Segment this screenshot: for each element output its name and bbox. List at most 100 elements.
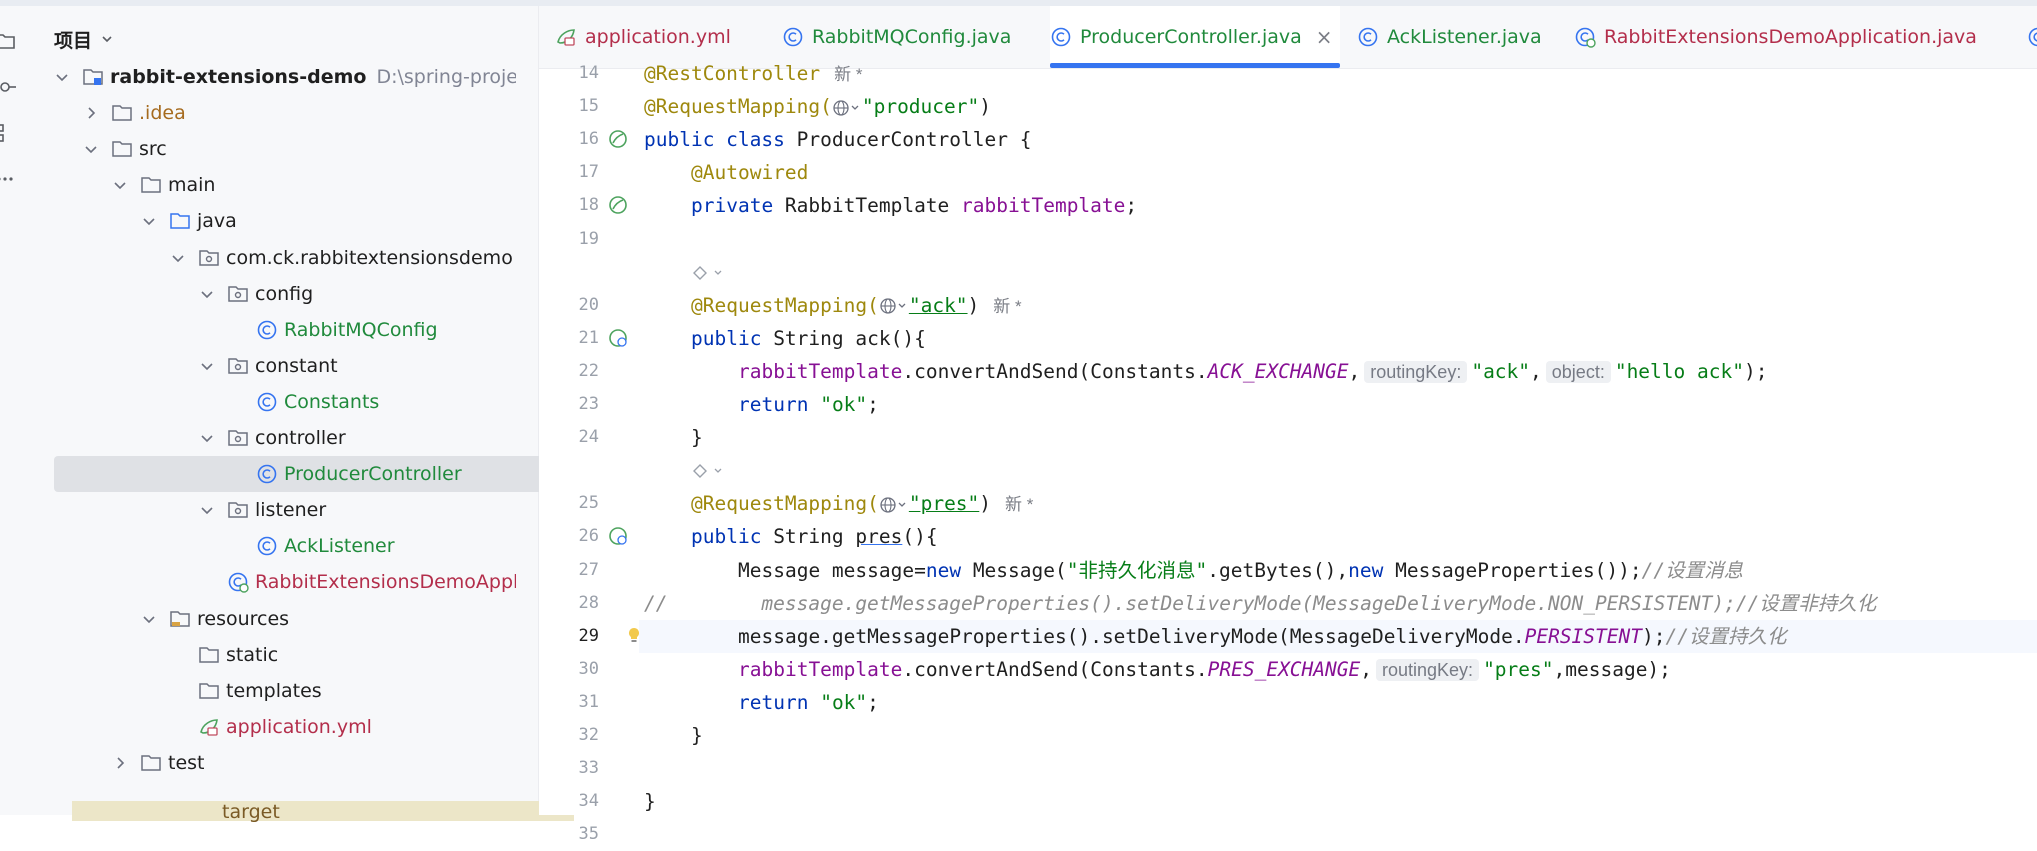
line-number: 15 bbox=[539, 90, 599, 123]
tree-item[interactable]: application.yml bbox=[36, 709, 516, 745]
project-view-selector[interactable]: 项目 bbox=[54, 24, 114, 54]
chevron-down-icon[interactable] bbox=[139, 609, 159, 629]
line-number: 14 bbox=[539, 57, 599, 90]
chevron-down-icon[interactable] bbox=[197, 500, 217, 520]
tree-item[interactable]: Constants bbox=[36, 384, 516, 420]
code-line: private RabbitTemplate rabbitTemplate; bbox=[691, 189, 1137, 222]
tree-item[interactable]: RabbitMQConfig bbox=[36, 312, 516, 348]
folder-icon bbox=[198, 644, 220, 666]
tree-item[interactable]: AckListener bbox=[36, 528, 516, 564]
spring-bean-icon[interactable] bbox=[607, 128, 629, 150]
code-vision-icon[interactable] bbox=[691, 461, 731, 481]
overflow-tab-icon bbox=[2027, 26, 2037, 48]
package-icon bbox=[227, 355, 249, 377]
code-vision-icon[interactable] bbox=[691, 263, 731, 283]
chevron-right-icon[interactable] bbox=[81, 103, 101, 123]
code-line: return "ok"; bbox=[738, 686, 879, 719]
tree-item[interactable]: test bbox=[36, 745, 516, 781]
parameter-hint: routingKey: bbox=[1364, 361, 1467, 383]
tree-item-label: config bbox=[255, 283, 313, 305]
parameter-hint: object: bbox=[1546, 361, 1611, 383]
package-icon bbox=[227, 499, 249, 521]
tree-item[interactable]: static bbox=[36, 637, 516, 673]
chevron-down-icon[interactable] bbox=[139, 211, 159, 231]
tree-item[interactable]: ProducerController bbox=[54, 456, 554, 492]
more-tools-button[interactable] bbox=[0, 158, 36, 194]
line-number: 24 bbox=[539, 421, 599, 454]
tree-item[interactable]: templates bbox=[36, 673, 516, 709]
editor-tab-label: AckListener.java bbox=[1387, 26, 1542, 48]
tree-item[interactable]: constant bbox=[36, 348, 516, 384]
line-number: 33 bbox=[539, 752, 599, 785]
folder-icon bbox=[111, 138, 133, 160]
editor-tab[interactable]: AckListener.java bbox=[1357, 6, 1557, 68]
folder-icon bbox=[198, 680, 220, 702]
line-number: 35 bbox=[539, 818, 599, 851]
class-icon bbox=[782, 26, 804, 48]
line-number: 31 bbox=[539, 686, 599, 719]
tree-item[interactable]: src bbox=[36, 131, 516, 167]
endpoint-icon[interactable] bbox=[607, 327, 629, 349]
new-change-marker: 新 * bbox=[993, 297, 1021, 316]
tree-item-label: src bbox=[139, 138, 167, 160]
tree-row-partial[interactable]: target bbox=[72, 801, 574, 821]
project-tool-button[interactable] bbox=[0, 20, 36, 56]
tree-item-label: static bbox=[226, 644, 278, 666]
chevron-down-icon[interactable] bbox=[197, 356, 217, 376]
editor-tab[interactable]: RabbitExtensionsDemoApplication.java bbox=[1574, 6, 2014, 68]
line-number: 16 bbox=[539, 123, 599, 156]
tree-item-label: AckListener bbox=[284, 535, 395, 557]
code-line: Message message=new Message("非持久化消息".get… bbox=[738, 554, 1743, 587]
chevron-down-icon[interactable] bbox=[168, 248, 188, 268]
chevron-down-icon[interactable] bbox=[81, 139, 101, 159]
package-icon bbox=[227, 427, 249, 449]
code-line: rabbitTemplate.convertAndSend(Constants.… bbox=[738, 653, 1671, 686]
tree-item[interactable]: listener bbox=[36, 492, 516, 528]
globe-icon[interactable] bbox=[832, 99, 862, 117]
tree-item-label: RabbitExtensionsDemoApplicati bbox=[255, 571, 516, 593]
folder-icon bbox=[140, 174, 162, 196]
chevron-right-icon[interactable] bbox=[110, 753, 130, 773]
tree-item[interactable]: rabbit-extensions-demoD:\spring-project2… bbox=[36, 59, 516, 95]
endpoint-icon[interactable] bbox=[607, 525, 629, 547]
editor-tab-label: ProducerController.java bbox=[1080, 26, 1302, 48]
tree-item[interactable]: java bbox=[36, 203, 516, 239]
class-icon bbox=[256, 319, 278, 341]
tree-item-label: Constants bbox=[284, 391, 379, 413]
chevron-down-icon[interactable] bbox=[197, 284, 217, 304]
line-number: 17 bbox=[539, 156, 599, 189]
line-number: 26 bbox=[539, 520, 599, 553]
globe-icon[interactable] bbox=[879, 496, 909, 514]
code-line: @RequestMapping("producer") bbox=[644, 90, 991, 123]
chevron-down-icon[interactable] bbox=[52, 67, 72, 87]
tree-item[interactable]: controller bbox=[36, 420, 516, 456]
tree-item[interactable]: resources bbox=[36, 601, 516, 637]
class-icon bbox=[256, 391, 278, 413]
close-icon[interactable]: × bbox=[1316, 25, 1333, 49]
tree-item[interactable]: RabbitExtensionsDemoApplicati bbox=[36, 564, 516, 600]
editor-tab-label: RabbitExtensionsDemoApplication.java bbox=[1604, 26, 1977, 48]
module-folder-icon bbox=[82, 66, 104, 88]
tree-item[interactable]: .idea bbox=[36, 95, 516, 131]
project-panel-title: 项目 bbox=[54, 26, 92, 53]
spring-bean-icon[interactable] bbox=[607, 194, 629, 216]
structure-tool-button[interactable] bbox=[0, 112, 36, 148]
code-line: @RequestMapping("ack")新 * bbox=[691, 289, 1022, 322]
package-icon bbox=[227, 283, 249, 305]
editor-tab[interactable]: ProducerController.java × bbox=[1050, 6, 1340, 68]
commit-tool-button[interactable] bbox=[0, 66, 36, 102]
line-number: 27 bbox=[539, 554, 599, 587]
tree-item-label: application.yml bbox=[226, 716, 372, 738]
tree-item[interactable]: com.ck.rabbitextensionsdemo bbox=[36, 240, 516, 276]
code-line: @Autowired bbox=[691, 156, 808, 189]
code-editor[interactable]: @RestController新 *@RequestMapping("produ… bbox=[639, 68, 2037, 815]
tree-item[interactable]: main bbox=[36, 167, 516, 203]
tree-item-label: java bbox=[197, 210, 237, 232]
globe-icon[interactable] bbox=[879, 297, 909, 315]
tree-item-label: com.ck.rabbitextensionsdemo bbox=[226, 247, 513, 269]
chevron-down-icon[interactable] bbox=[110, 175, 130, 195]
more-icon bbox=[0, 168, 16, 190]
tree-item[interactable]: config bbox=[36, 276, 516, 312]
line-number: 29 bbox=[539, 620, 599, 653]
chevron-down-icon[interactable] bbox=[197, 428, 217, 448]
